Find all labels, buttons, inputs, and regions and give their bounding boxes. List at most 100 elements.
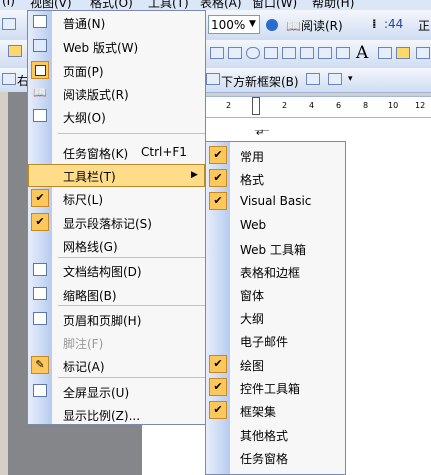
help-icon[interactable] bbox=[266, 19, 278, 31]
menu-item-shortcut: Ctrl+F1 bbox=[141, 145, 187, 159]
menu-item-show-paragraph-marks[interactable]: ✔ 显示段落标记(S) bbox=[28, 211, 205, 234]
menu-item-reading-layout[interactable]: 📖 阅读版式(R) bbox=[28, 82, 205, 105]
new-frame-below-button[interactable]: 下方新框架(B) bbox=[221, 73, 299, 90]
checkmark-icon: ✔ bbox=[209, 192, 227, 210]
toolbar-icon[interactable] bbox=[396, 47, 410, 59]
chevron-right-icon: ▶ bbox=[191, 170, 198, 180]
menu-item-gridlines[interactable]: 网格线(G) bbox=[28, 234, 205, 257]
toolbar-icon[interactable] bbox=[282, 47, 296, 59]
menu-window[interactable]: 窗口(W) bbox=[252, 0, 297, 10]
chevron-down-icon[interactable]: ▾ bbox=[348, 74, 353, 84]
ruler-tick: 6 bbox=[336, 101, 342, 110]
checkmark-icon: ✔ bbox=[209, 378, 227, 396]
view-menu: 普通(N) Web 版式(W) 页面(P) 📖 阅读版式(R) 大纲(O) 任务… bbox=[27, 10, 206, 425]
toolbar-icon[interactable] bbox=[300, 47, 314, 59]
wordart-icon[interactable]: A bbox=[356, 43, 368, 63]
menu-item-footnotes[interactable]: 脚注(F) bbox=[28, 331, 205, 354]
horizontal-ruler[interactable]: 2 2 4 6 8 10 12 bbox=[205, 96, 431, 118]
reading-mode-button[interactable]: 📖阅读(R) bbox=[286, 17, 343, 34]
menu-item-fullscreen[interactable]: 全屏显示(U) bbox=[28, 380, 205, 403]
menu-item-label: 标尺(L) bbox=[63, 193, 104, 207]
menu-item-label: 页面(P) bbox=[63, 65, 104, 79]
checkmark-icon: ✔ bbox=[209, 146, 227, 164]
menu-separator bbox=[58, 133, 205, 134]
menu-item-thumbnails[interactable]: 缩略图(B) bbox=[28, 283, 205, 306]
menu-tools[interactable]: 工具(T) bbox=[148, 0, 189, 10]
menu-item-document-map[interactable]: 文档结构图(D) bbox=[28, 259, 205, 282]
menu-item-toolbars[interactable]: 工具栏(T) ▶ bbox=[28, 164, 205, 187]
submenu-item-formatting[interactable]: ✔ 格式 bbox=[206, 167, 345, 190]
toolbar-icon[interactable] bbox=[264, 47, 278, 59]
submenu-item-email[interactable]: 电子邮件 bbox=[206, 329, 345, 352]
submenu-item-visual-basic[interactable]: ✔ Visual Basic bbox=[206, 190, 345, 213]
menu-insert[interactable]: (I) bbox=[2, 0, 15, 8]
ruler-tick: 4 bbox=[309, 101, 315, 110]
image-icon[interactable] bbox=[378, 47, 392, 59]
style-box[interactable]: 正 bbox=[418, 17, 430, 34]
book-icon: 📖 bbox=[286, 19, 301, 33]
submenu-item-standard[interactable]: ✔ 常用 bbox=[206, 144, 345, 167]
submenu-item-web-tools[interactable]: Web 工具箱 bbox=[206, 237, 345, 260]
submenu-item-other-formatting[interactable]: 其他格式 bbox=[206, 423, 345, 446]
menu-separator bbox=[58, 257, 205, 258]
menu-item-label: Web 版式(W) bbox=[63, 41, 139, 55]
vertical-ruler bbox=[0, 92, 8, 475]
ruler-tick: 8 bbox=[363, 101, 369, 110]
menu-item-label: 网格线(G) bbox=[63, 240, 118, 254]
zoom-value: 100% bbox=[211, 18, 246, 32]
submenu-item-label: 格式 bbox=[240, 173, 265, 187]
submenu-item-outlining[interactable]: 大纲 bbox=[206, 306, 345, 329]
menu-help[interactable]: 帮助(H) bbox=[312, 0, 354, 10]
menu-item-label: 任务窗格(K) bbox=[63, 147, 129, 161]
submenu-item-drawing[interactable]: ✔ 绘图 bbox=[206, 353, 345, 376]
menu-item-web-layout[interactable]: Web 版式(W) bbox=[28, 35, 205, 58]
submenu-item-label: Visual Basic bbox=[240, 194, 312, 208]
toolbar-icon[interactable] bbox=[306, 73, 320, 85]
submenu-item-control-toolbox[interactable]: ✔ 控件工具箱 bbox=[206, 376, 345, 399]
submenu-item-label: 绘图 bbox=[240, 359, 265, 373]
submenu-item-frames[interactable]: ✔ 框架集 bbox=[206, 399, 345, 422]
menu-view[interactable]: 视图(V) bbox=[30, 0, 72, 10]
toolbar-icon[interactable] bbox=[228, 47, 242, 59]
outline-icon bbox=[33, 109, 47, 122]
toolbar-icon[interactable] bbox=[328, 73, 342, 85]
toolbar-icon[interactable] bbox=[2, 18, 16, 30]
normal-view-icon bbox=[33, 15, 47, 28]
menu-item-ruler[interactable]: ✔ 标尺(L) bbox=[28, 187, 205, 210]
menu-item-markup[interactable]: ✎ 标记(A) bbox=[28, 354, 205, 377]
submenu-item-label: 表格和边框 bbox=[240, 266, 301, 280]
style-icon[interactable]: :44 bbox=[384, 17, 403, 31]
menu-item-header-footer[interactable]: 页眉和页脚(H) bbox=[28, 308, 205, 331]
zoom-select[interactable]: 100% ▼ bbox=[208, 15, 260, 34]
menu-item-label: 标记(A) bbox=[63, 360, 105, 374]
menu-item-label: 文档结构图(D) bbox=[63, 265, 142, 279]
submenu-item-tables-borders[interactable]: 表格和边框 bbox=[206, 260, 345, 283]
submenu-item-task-pane[interactable]: 任务窗格 bbox=[206, 446, 345, 469]
menu-item-outline[interactable]: 大纲(O) bbox=[28, 105, 205, 128]
menu-item-print-layout[interactable]: 页面(P) bbox=[28, 59, 205, 82]
toolbar-icon[interactable] bbox=[2, 73, 16, 85]
menu-item-label: 脚注(F) bbox=[63, 337, 104, 351]
checkmark-icon: ✔ bbox=[209, 355, 227, 373]
toolbars-submenu: ✔ 常用 ✔ 格式 ✔ Visual Basic Web Web 工具箱 表格和… bbox=[205, 141, 346, 475]
menu-item-label: 缩略图(B) bbox=[63, 289, 117, 303]
toolbar-icon[interactable] bbox=[246, 47, 260, 59]
menu-item-label: 全屏显示(U) bbox=[63, 386, 130, 400]
menu-item-normal[interactable]: 普通(N) bbox=[28, 11, 205, 34]
submenu-item-label: 窗体 bbox=[240, 289, 265, 303]
toolbar-icon[interactable] bbox=[8, 45, 22, 57]
grip-icon: ⁞ bbox=[372, 17, 377, 31]
submenu-item-forms[interactable]: 窗体 bbox=[206, 283, 345, 306]
checkmark-icon: ✔ bbox=[31, 189, 49, 207]
menu-item-task-pane[interactable]: 任务窗格(K) Ctrl+F1 bbox=[28, 141, 205, 164]
toolbar-icon[interactable] bbox=[416, 47, 430, 59]
menu-format[interactable]: 格式(O) bbox=[90, 0, 133, 10]
toolbar-icon[interactable] bbox=[318, 47, 332, 59]
menu-item-zoom[interactable]: 显示比例(Z)... bbox=[28, 403, 205, 426]
fullscreen-icon bbox=[33, 384, 47, 397]
submenu-item-web[interactable]: Web bbox=[206, 214, 345, 237]
menu-table[interactable]: 表格(A) bbox=[200, 0, 242, 10]
indent-marker[interactable] bbox=[252, 97, 260, 115]
toolbar-icon[interactable] bbox=[336, 47, 350, 59]
toolbar-icon[interactable] bbox=[210, 47, 224, 59]
